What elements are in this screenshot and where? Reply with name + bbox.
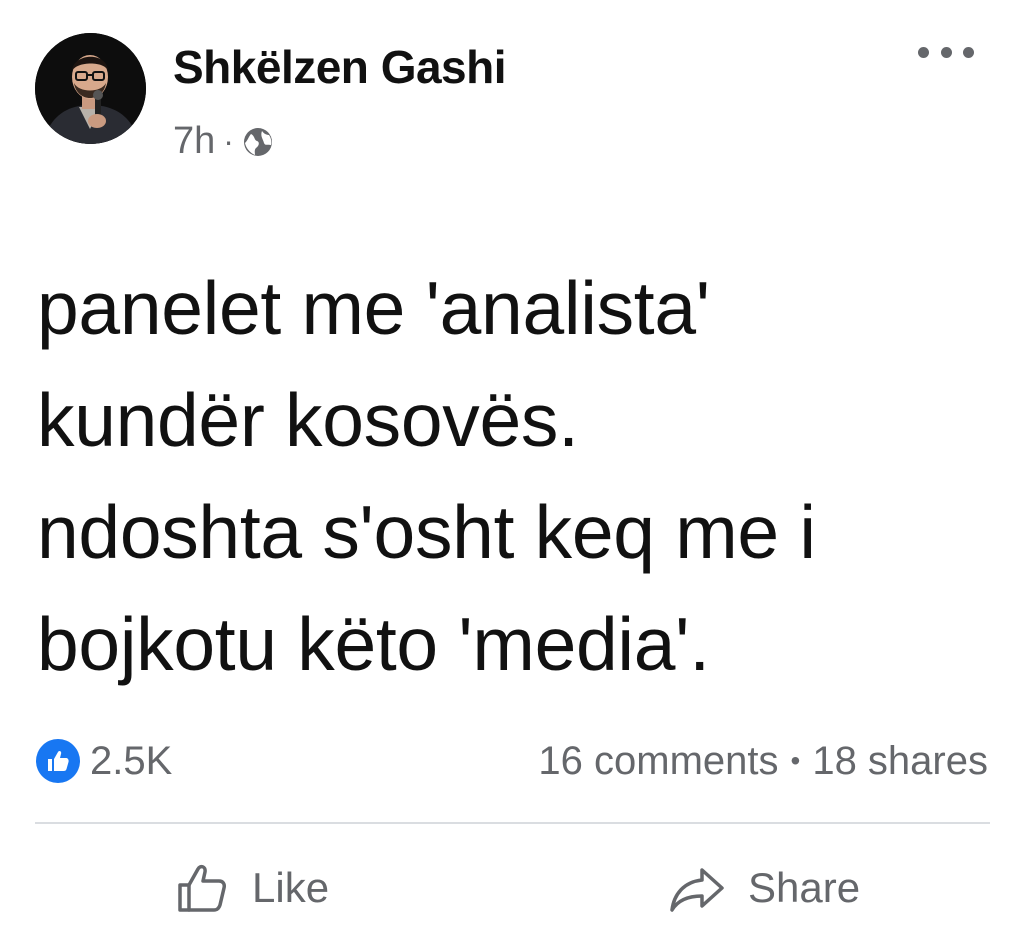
post-text: panelet me 'analista' kundër kosovës. nd…	[37, 252, 997, 700]
engagement-stats: 16 comments • 18 shares	[538, 736, 988, 786]
globe-icon[interactable]	[242, 125, 274, 157]
like-label: Like	[252, 864, 330, 911]
post-timestamp[interactable]: 7h	[173, 120, 215, 163]
divider	[35, 822, 990, 824]
post-text-line: bojkotu këto 'media'.	[37, 602, 710, 686]
thumbs-up-icon	[178, 864, 226, 912]
like-reaction-icon	[36, 739, 80, 783]
more-dot	[918, 46, 929, 58]
share-label: Share	[748, 864, 861, 911]
post-text-line: kundër kosovës.	[37, 378, 579, 462]
comments-count-link[interactable]: 16 comments	[538, 739, 778, 784]
share-button[interactable]: Share	[668, 850, 860, 926]
more-dot	[963, 46, 974, 58]
post-text-line: panelet me 'analista'	[37, 266, 710, 350]
share-arrow-icon	[670, 868, 724, 912]
stats-separator: •	[790, 745, 801, 776]
more-dot	[940, 46, 952, 58]
post-meta: 7h ·	[173, 118, 274, 164]
like-button[interactable]: Like	[174, 850, 329, 926]
avatar[interactable]	[35, 33, 146, 144]
shares-count-link[interactable]: 18 shares	[812, 739, 988, 784]
meta-separator: ·	[223, 122, 234, 159]
reaction-count: 2.5K	[90, 738, 173, 783]
more-options-icon[interactable]	[918, 36, 974, 68]
post-text-line: ndoshta s'osht keq me i	[37, 490, 816, 574]
facebook-post: Shkëlzen Gashi 7h · panelet me 'analista…	[0, 0, 1024, 942]
author-name[interactable]: Shkëlzen Gashi	[173, 40, 507, 94]
reactions-summary[interactable]: 2.5K	[36, 736, 172, 786]
